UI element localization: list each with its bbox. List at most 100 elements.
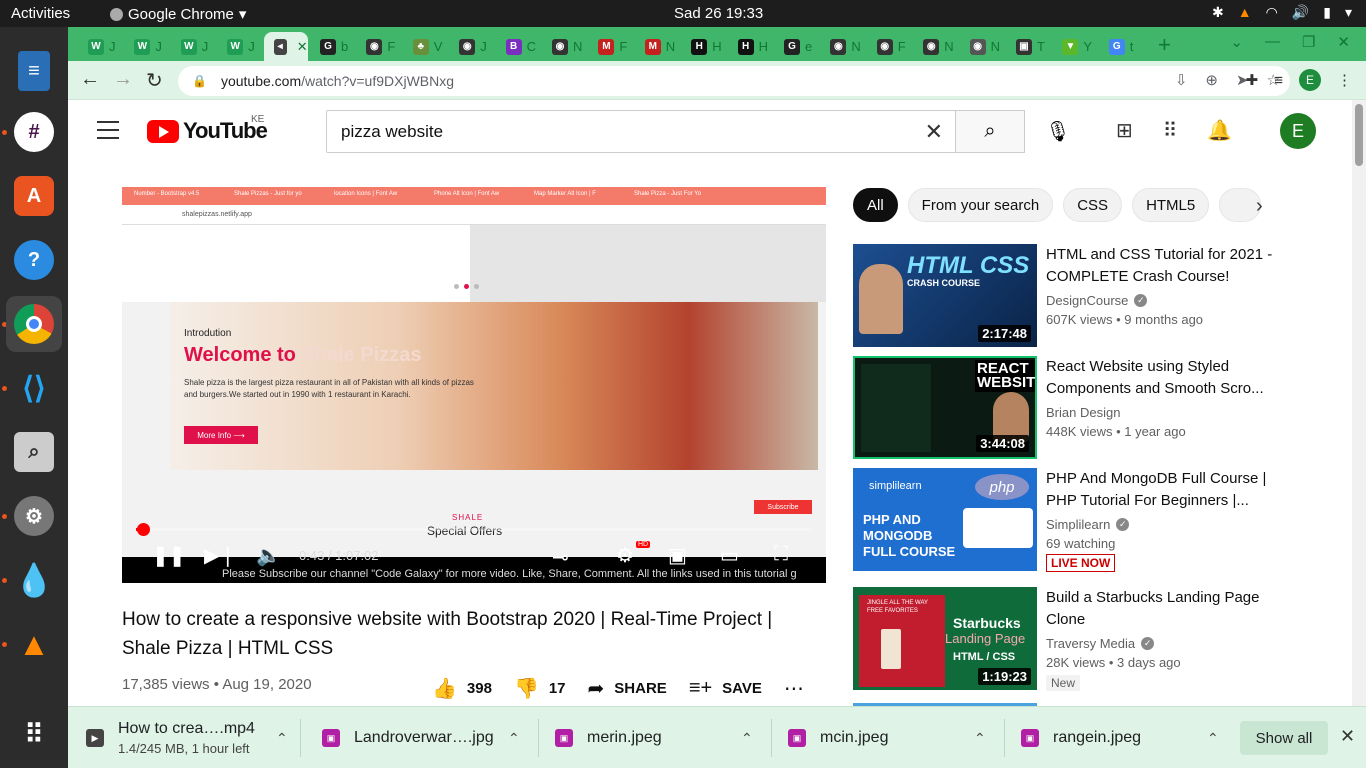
recommendation-item[interactable]: HTML CSS CRASH COURSE 2:17:48 HTML and C… <box>853 244 1283 347</box>
theater-mode-icon[interactable]: ▭ <box>720 543 739 568</box>
show-all-downloads-button[interactable]: Show all <box>1240 721 1328 755</box>
browser-tab[interactable]: ▣ T <box>1006 32 1050 61</box>
filter-chip[interactable]: P <box>1219 188 1262 222</box>
browser-tab[interactable]: ◉ N <box>542 32 586 61</box>
miniplayer-icon[interactable]: ▣ <box>668 543 687 568</box>
browser-tab[interactable]: HH <box>728 32 772 61</box>
search-input[interactable]: pizza website ✕ <box>326 110 956 153</box>
dock-item-text-editor[interactable]: ≡ <box>6 43 62 99</box>
dock-item-chrome[interactable] <box>6 296 62 352</box>
volume-icon[interactable]: 🔈 <box>256 543 281 568</box>
profile-avatar[interactable]: E <box>1299 69 1321 91</box>
lock-icon[interactable]: 🔒 <box>192 74 207 88</box>
address-bar[interactable]: 🔒 youtube.com/watch?v=uf9DXjWBNxg ⇩ ⊕ ➤ … <box>178 66 1290 96</box>
browser-tab[interactable]: ◉ N <box>960 32 1004 61</box>
dock-item-vscode[interactable]: ⟨⟩ <box>6 360 62 416</box>
guide-menu-icon[interactable] <box>97 121 119 145</box>
apps-grid-icon[interactable]: ⠿ <box>1163 118 1178 143</box>
chrome-menu-icon[interactable]: ⋮ <box>1337 71 1352 89</box>
media-controls-icon[interactable]: ≡ <box>1274 72 1283 89</box>
browser-tab[interactable]: Gt <box>1099 32 1143 61</box>
browser-tab[interactable]: ▼ Y <box>1052 32 1096 61</box>
browser-tab[interactable]: ◉ J <box>449 32 493 61</box>
video-thumbnail[interactable]: JINGLE ALL THE WAY FREE FAVORITES Starbu… <box>853 587 1037 690</box>
chevron-right-icon[interactable]: › <box>1256 195 1263 218</box>
browser-tab[interactable]: MN <box>635 32 679 61</box>
filter-chip[interactable]: From your search <box>907 188 1054 222</box>
forward-arrow-icon[interactable]: → <box>113 68 133 91</box>
chevron-up-icon[interactable]: ⌃ <box>1207 730 1219 747</box>
video-thumbnail[interactable]: HTML CSS CRASH COURSE 2:17:48 <box>853 244 1037 347</box>
filter-chip[interactable]: All <box>853 188 898 222</box>
dock-item-software[interactable]: A <box>6 168 62 224</box>
browser-tab[interactable]: WJ <box>217 32 261 61</box>
download-item[interactable]: ▣ rangein.jpeg ⌃ <box>1021 707 1219 769</box>
browser-tab[interactable]: WJ <box>171 32 215 61</box>
extensions-puzzle-icon[interactable]: ✚ <box>1246 71 1259 89</box>
channel-name[interactable]: Brian Design <box>1046 405 1120 420</box>
chevron-up-icon[interactable]: ⌃ <box>276 730 288 747</box>
channel-name[interactable]: Traversy Media <box>1046 636 1135 651</box>
close-tab-icon[interactable]: ✕ <box>297 39 308 55</box>
browser-tab[interactable]: ◉ N <box>820 32 864 61</box>
channel-name[interactable]: Simplilearn <box>1046 517 1110 532</box>
search-button[interactable]: ⌕ <box>955 110 1025 153</box>
video-player[interactable]: Number - Bootstrap v4.5 Shale Pizzas - Ju… <box>122 187 826 583</box>
dock-item-screenshot[interactable]: ⌕ <box>6 424 62 480</box>
recommendation-title[interactable]: React Website using Styled Components an… <box>1046 356 1276 400</box>
fullscreen-icon[interactable]: ⛶ <box>774 543 788 566</box>
back-arrow-icon[interactable]: ← <box>80 68 100 91</box>
notifications-bell-icon[interactable]: 🔔 <box>1207 118 1232 143</box>
next-video-icon[interactable]: ▶❘ <box>204 543 236 568</box>
browser-tab[interactable]: WJ <box>124 32 168 61</box>
more-actions-button[interactable]: ⋯ <box>784 676 804 701</box>
browser-tab[interactable]: MF <box>588 32 632 61</box>
show-applications-button[interactable]: ⠿ <box>6 706 62 762</box>
account-avatar[interactable]: E <box>1280 113 1316 149</box>
autoplay-toggle[interactable]: ⊸ <box>552 545 569 570</box>
filter-chip[interactable]: HTML5 <box>1132 188 1210 222</box>
dislike-button[interactable]: 👎 17 <box>514 676 566 701</box>
activities-button[interactable]: Activities <box>11 5 70 22</box>
download-item[interactable]: ▣ merin.jpeg ⌃ <box>555 707 753 769</box>
recommendation-title[interactable]: PHP And MongoDB Full Course | PHP Tutori… <box>1046 468 1276 512</box>
maximize-icon[interactable]: ❐ <box>1302 33 1315 51</box>
create-video-icon[interactable]: ⊞ <box>1116 118 1133 143</box>
system-tray[interactable]: ✱ ▲ ◠ 🔊 ▮ ▾ <box>1212 4 1352 21</box>
tab-search-icon[interactable]: ⌄ <box>1230 33 1243 51</box>
pause-icon[interactable]: ❚❚ <box>152 543 186 568</box>
dock-item-drop[interactable]: 💧 <box>6 552 62 608</box>
youtube-logo[interactable]: YouTube KE <box>147 114 268 144</box>
reload-icon[interactable]: ↻ <box>146 68 163 93</box>
recommendation-title[interactable]: HTML and CSS Tutorial for 2021 - COMPLET… <box>1046 244 1276 288</box>
save-button[interactable]: ≡+ SAVE <box>689 677 762 700</box>
scrollbar-thumb[interactable] <box>1355 104 1363 166</box>
voice-search-button[interactable]: 🎙 <box>1040 113 1076 149</box>
browser-tab[interactable]: Ge <box>774 32 818 61</box>
download-item[interactable]: ▣ Landroverwar….jpg ⌃ <box>322 707 520 769</box>
dock-item-vlc[interactable]: ▲ <box>6 616 62 672</box>
settings-gear-icon[interactable]: ⚙ <box>616 543 634 568</box>
download-item[interactable]: ▣ mcin.jpeg ⌃ <box>788 707 986 769</box>
recommendation-title[interactable]: Build a Starbucks Landing Page Clone <box>1046 587 1276 631</box>
dock-item-settings[interactable]: ⚙ <box>6 488 62 544</box>
install-app-icon[interactable]: ⇩ <box>1175 71 1188 89</box>
browser-tab[interactable]: Gb <box>310 32 354 61</box>
chevron-up-icon[interactable]: ⌃ <box>974 730 986 747</box>
channel-name[interactable]: DesignCourse <box>1046 293 1128 308</box>
browser-tab[interactable]: HH <box>681 32 725 61</box>
like-button[interactable]: 👍 398 <box>432 676 492 701</box>
browser-tab[interactable]: ◉ N <box>913 32 957 61</box>
browser-tab[interactable]: WJ <box>78 32 122 61</box>
close-window-icon[interactable]: ✕ <box>1337 33 1350 51</box>
recommendation-item[interactable]: REACT WEBSITE 3:44:08 React Website usin… <box>853 356 1283 459</box>
browser-tab[interactable]: ♣ V <box>403 32 447 61</box>
new-tab-button[interactable]: + <box>1158 32 1171 58</box>
subscribe-watermark[interactable]: Subscribe <box>754 500 812 514</box>
chevron-up-icon[interactable]: ⌃ <box>508 730 520 747</box>
browser-tab[interactable]: ◂ ✕ <box>263 32 308 61</box>
zoom-icon[interactable]: ⊕ <box>1205 71 1218 89</box>
browser-tab[interactable]: ◉ F <box>356 32 400 61</box>
system-clock[interactable]: Sad 26 19:33 <box>674 5 763 22</box>
close-downloads-icon[interactable]: ✕ <box>1340 726 1355 747</box>
